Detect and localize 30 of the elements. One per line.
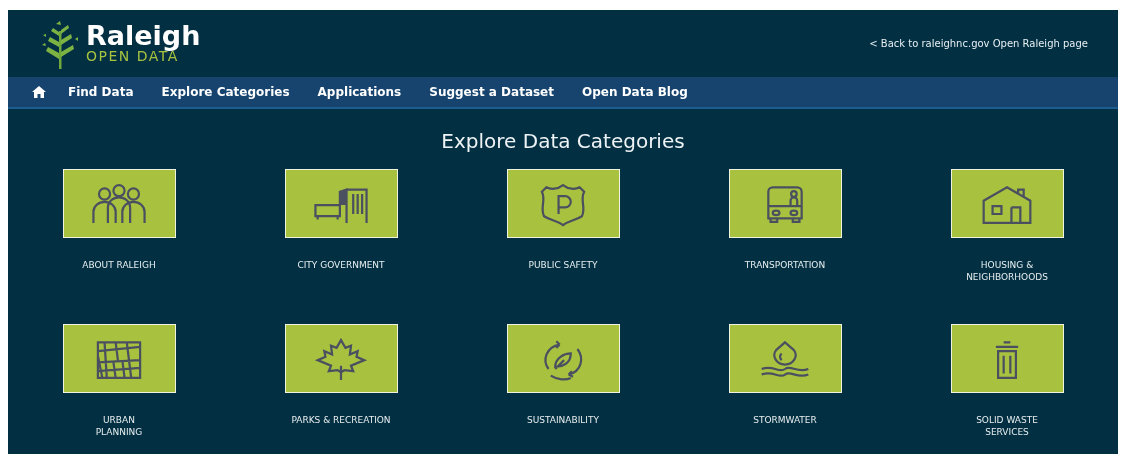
category-tile[interactable] (950, 169, 1064, 238)
home-icon[interactable] (32, 86, 46, 98)
category-tile[interactable] (284, 169, 398, 238)
category-tile[interactable] (62, 324, 176, 393)
category-tile[interactable] (950, 324, 1064, 393)
nav-link[interactable]: Open Data Blog (568, 83, 702, 101)
category-tile[interactable] (284, 324, 398, 393)
nav-link[interactable]: Applications (303, 83, 416, 101)
back-link[interactable]: < Back to raleighnc.gov Open Raleigh page (869, 36, 1088, 51)
category-tile[interactable] (62, 169, 176, 238)
category-label[interactable]: URBAN PLANNING (95, 415, 143, 439)
category-label[interactable]: ABOUT RALEIGH (82, 260, 156, 272)
category-label[interactable]: PARKS & RECREATION (291, 415, 391, 427)
category-label[interactable]: SUSTAINABILITY (527, 415, 599, 427)
nav-link[interactable]: Explore Categories (147, 83, 304, 101)
category-label[interactable]: SOLID WASTE SERVICES (976, 415, 1038, 439)
category-label[interactable]: PUBLIC SAFETY (528, 260, 598, 272)
category-label[interactable]: STORMWATER (753, 415, 817, 427)
logo-title: Raleigh (86, 22, 201, 50)
category-label[interactable]: HOUSING & NEIGHBORHOODS (966, 260, 1048, 284)
category-tile[interactable] (506, 324, 620, 393)
page-heading: Explore Data Categories (440, 129, 686, 153)
category-tile[interactable] (728, 169, 842, 238)
category-tile[interactable] (728, 324, 842, 393)
nav-link[interactable]: Find Data (54, 83, 148, 101)
category-tile[interactable] (506, 169, 620, 238)
category-label[interactable]: TRANSPORTATION (744, 260, 826, 272)
nav-link[interactable]: Suggest a Dataset (415, 83, 568, 101)
category-label[interactable]: CITY GOVERNMENT (297, 260, 385, 272)
tree-logo-icon (42, 18, 78, 69)
